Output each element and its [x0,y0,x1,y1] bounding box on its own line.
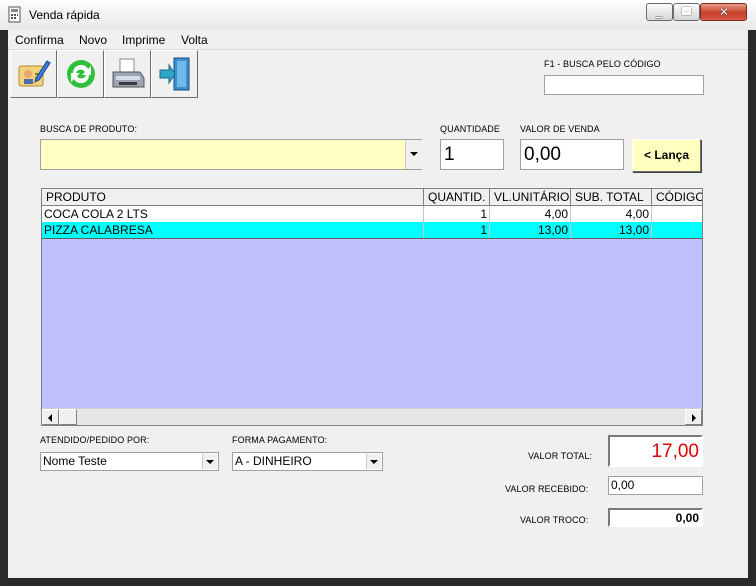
cell-quantid: 1 [424,206,490,222]
payment-value: A - DINHEIRO [235,454,312,468]
arrow-right-icon [692,414,696,422]
table-row-selected[interactable]: PIZZA CALABRESA 1 13,00 13,00 [42,222,702,238]
column-header-produto[interactable]: PRODUTO [42,189,424,205]
column-header-quantid[interactable]: QUANTID. [424,189,490,205]
scroll-left-button[interactable] [42,409,59,425]
exit-tool-button[interactable] [151,50,198,98]
cell-codigo [652,222,702,238]
maximize-button[interactable] [673,3,700,21]
close-icon: ✕ [719,5,730,19]
cell-vl-unitario: 13,00 [490,222,571,238]
cell-produto: COCA COLA 2 LTS [42,206,424,222]
change-value: 0,00 [608,508,703,527]
application-window: Venda rápida _ ✕ Confirma Novo Imprime V… [0,0,756,586]
quantity-label: QUANTIDADE [440,124,501,134]
received-label: VALOR RECEBIDO: [505,484,589,494]
new-tool-button[interactable] [57,50,104,98]
horizontal-scrollbar[interactable] [42,408,702,425]
menu-confirma[interactable]: Confirma [15,33,64,47]
grid-header: PRODUTO QUANTID. VL.UNITÁRIO SUB. TOTAL … [42,189,702,206]
menu-bar: Confirma Novo Imprime Volta [8,30,748,50]
refresh-icon [67,60,95,88]
quantity-input[interactable]: 1 [440,139,504,170]
cell-produto: PIZZA CALABRESA [42,222,424,238]
product-search-label: BUSCA DE PRODUTO: [40,124,138,134]
search-code-input[interactable] [544,75,704,95]
scroll-thumb[interactable] [59,409,77,425]
minimize-button[interactable]: _ [646,3,673,21]
cell-codigo [652,206,702,222]
grid-row-separator [42,238,702,239]
close-button[interactable]: ✕ [700,3,747,21]
received-input[interactable]: 0,00 [608,476,703,495]
products-grid[interactable]: PRODUTO QUANTID. VL.UNITÁRIO SUB. TOTAL … [41,188,703,426]
cell-sub-total: 13,00 [571,222,652,238]
window-title: Venda rápida [29,8,100,22]
payment-select[interactable]: A - DINHEIRO [232,452,383,471]
print-tool-button[interactable] [104,50,151,98]
total-value: 17,00 [608,435,703,467]
cell-quantid: 1 [424,222,490,238]
attended-by-select[interactable]: Nome Teste [40,452,219,471]
sale-value-input[interactable]: 0,00 [520,139,624,170]
table-row[interactable]: COCA COLA 2 LTS 1 4,00 4,00 [42,206,702,222]
menu-novo[interactable]: Novo [79,33,107,47]
launch-button[interactable]: < Lança [632,139,701,172]
payment-label: FORMA PAGAMENTO: [232,435,328,445]
attended-by-label: ATENDIDO/PEDIDO POR: [40,435,150,445]
confirm-tool-button[interactable] [10,50,57,98]
cell-sub-total: 4,00 [571,206,652,222]
scroll-right-button[interactable] [685,409,702,425]
minimize-icon: _ [656,4,662,18]
total-label: VALOR TOTAL: [528,451,593,461]
maximize-icon [682,7,691,15]
sale-value-label: VALOR DE VENDA [520,124,600,134]
menu-imprime[interactable]: Imprime [122,33,165,47]
column-header-sub-total[interactable]: SUB. TOTAL [571,189,652,205]
chevron-down-icon [410,152,418,156]
main-form: Confirma Novo Imprime Volta F1 - BUSCA P… [8,30,748,578]
chevron-down-icon [202,454,217,469]
printer-icon [112,58,145,88]
menu-volta[interactable]: Volta [181,33,208,47]
edit-icon [18,60,51,87]
attended-by-value: Nome Teste [43,454,107,468]
cell-vl-unitario: 4,00 [490,206,571,222]
app-icon [8,6,21,23]
arrow-left-icon [48,414,52,422]
column-header-codigo[interactable]: CÓDIGO [652,189,702,205]
exit-door-icon [159,57,190,91]
change-label: VALOR TROCO: [520,515,589,525]
product-search-combo[interactable] [40,139,422,170]
chevron-down-icon [366,454,381,469]
title-bar: Venda rápida _ ✕ [0,0,756,30]
column-header-vl-unitario[interactable]: VL.UNITÁRIO [490,189,571,205]
product-search-dropdown-button[interactable] [405,140,422,169]
search-code-label: F1 - BUSCA PELO CÓDIGO [544,59,661,69]
